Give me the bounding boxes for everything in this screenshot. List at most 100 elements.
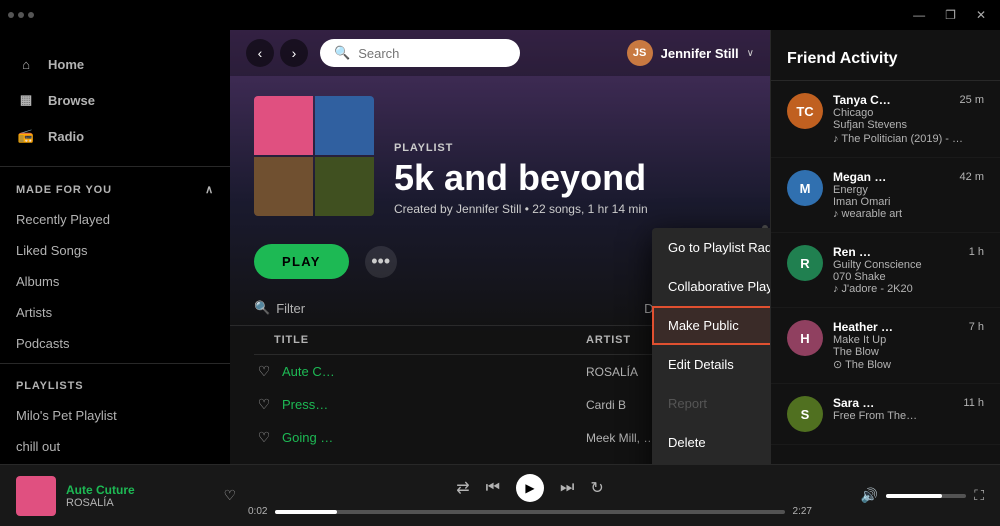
- previous-button[interactable]: ⏮: [486, 479, 500, 497]
- time-total: 2:27: [793, 506, 812, 517]
- friend-song: ♪ The Politician (2019) - …: [833, 133, 963, 145]
- context-menu-create-similar[interactable]: Create Similar Playlist: [652, 462, 770, 464]
- track-title: Going …: [282, 430, 578, 445]
- friend-item-4[interactable]: S Sara … 11 h Free From The…: [771, 384, 1000, 445]
- context-menu-collaborative[interactable]: Collaborative Playlist: [652, 267, 770, 306]
- nav-arrows: ‹ ›: [246, 39, 308, 67]
- play-button[interactable]: PLAY: [254, 244, 349, 279]
- sidebar-item-liked-songs[interactable]: Liked Songs: [0, 235, 230, 266]
- repeat-button[interactable]: ↻: [590, 478, 603, 498]
- sidebar-item-albums[interactable]: Albums: [0, 266, 230, 297]
- art-cell-4: [315, 157, 374, 216]
- titlebar-dot: [8, 12, 14, 18]
- forward-button[interactable]: ›: [280, 39, 308, 67]
- friend-track2: Sufjan Stevens: [833, 119, 984, 131]
- friend-track1: Make It Up: [833, 334, 984, 346]
- friend-track2: 070 Shake: [833, 271, 984, 283]
- user-name: Jennifer Still: [661, 46, 739, 61]
- heart-icon[interactable]: ♡: [254, 363, 274, 380]
- heart-icon[interactable]: ♡: [254, 429, 274, 446]
- context-menu-delete[interactable]: Delete: [652, 423, 770, 462]
- volume-icon[interactable]: 🔊: [861, 487, 878, 504]
- friend-name: Heather …: [833, 320, 893, 334]
- track-title: Press…: [282, 397, 578, 412]
- friend-time: 1 h: [969, 246, 984, 258]
- sidebar-item-artists[interactable]: Artists: [0, 297, 230, 328]
- friend-avatar: R: [787, 245, 823, 281]
- titlebar-dots: [8, 12, 34, 18]
- user-badge[interactable]: JS Jennifer Still ∨: [627, 40, 754, 66]
- content-header: ‹ › 🔍 JS Jennifer Still ∨: [230, 30, 770, 76]
- next-button[interactable]: ⏭: [560, 479, 574, 497]
- context-menu-playlist-radio[interactable]: Go to Playlist Radio: [652, 228, 770, 267]
- context-menu-edit-details[interactable]: Edit Details: [652, 345, 770, 384]
- play-pause-button[interactable]: ▶: [516, 474, 544, 502]
- friend-track2: The Blow: [833, 346, 984, 358]
- art-cell-3: [254, 157, 313, 216]
- time-current: 0:02: [248, 506, 267, 517]
- friend-item-2[interactable]: R Ren … 1 h Guilty Conscience 070 Shake …: [771, 233, 1000, 308]
- art-cell-2: [315, 96, 374, 155]
- sidebar-item-home[interactable]: ⌂ Home: [0, 46, 230, 82]
- sidebar: ⌂ Home ▦ Browse 📻 Radio Made For You ∧ R…: [0, 30, 230, 464]
- heart-icon[interactable]: ♡: [223, 487, 236, 504]
- shuffle-button[interactable]: ⇄: [456, 478, 469, 498]
- search-icon: 🔍: [334, 45, 350, 61]
- art-cell-1: [254, 96, 313, 155]
- now-playing-artist: ROSALÍA: [66, 497, 213, 509]
- friend-track1: Guilty Conscience: [833, 259, 984, 271]
- progress-track[interactable]: [275, 510, 784, 514]
- friend-track2: Iman Omari: [833, 196, 984, 208]
- friend-name: Ren …: [833, 245, 871, 259]
- volume-track[interactable]: [886, 494, 966, 498]
- search-bar[interactable]: 🔍: [320, 39, 520, 67]
- playlist-info: PLAYLIST 5k and beyond Created by Jennif…: [394, 142, 648, 216]
- friend-activity-header: Friend Activity: [771, 30, 1000, 81]
- friend-name: Sara …: [833, 396, 874, 410]
- context-menu-make-public[interactable]: Make Public: [652, 306, 770, 345]
- maximize-button[interactable]: ❐: [939, 6, 962, 24]
- friend-avatar: H: [787, 320, 823, 356]
- friend-item-0[interactable]: TC Tanya C… 25 m Chicago Sufjan Stevens …: [771, 81, 1000, 158]
- sidebar-item-radio[interactable]: 📻 Radio: [0, 118, 230, 154]
- friend-time: 11 h: [963, 397, 984, 409]
- fullscreen-button[interactable]: ⛶: [974, 487, 984, 504]
- back-button[interactable]: ‹: [246, 39, 274, 67]
- friend-item-3[interactable]: H Heather … 7 h Make It Up The Blow ⊙ Th…: [771, 308, 1000, 384]
- now-playing: Aute Cuture ROSALÍA ♡: [16, 476, 236, 516]
- sidebar-item-browse[interactable]: ▦ Browse: [0, 82, 230, 118]
- progress-bar: 0:02 2:27: [248, 506, 812, 517]
- search-input[interactable]: [358, 46, 498, 61]
- minimize-button[interactable]: —: [907, 6, 931, 24]
- titlebar-dot: [18, 12, 24, 18]
- titlebar: — ❐ ✕: [0, 0, 1000, 30]
- friend-track1: Chicago: [833, 107, 984, 119]
- track-title: Talking…: [282, 463, 578, 464]
- friend-avatar: M: [787, 170, 823, 206]
- sidebar-playlist-chill[interactable]: chill out: [0, 431, 230, 462]
- friend-track1: Energy: [833, 184, 984, 196]
- friend-name: Megan …: [833, 170, 886, 184]
- title-column-header: TITLE: [274, 334, 586, 346]
- volume-controls: 🔊 ⛶: [824, 487, 984, 504]
- context-menu: Go to Playlist Radio Collaborative Playl…: [652, 228, 770, 464]
- sidebar-item-recently-played[interactable]: Recently Played: [0, 204, 230, 235]
- sidebar-item-podcasts[interactable]: Podcasts: [0, 328, 230, 359]
- playlist-meta: Created by Jennifer Still • 22 songs, 1 …: [394, 202, 648, 216]
- sidebar-nav: ⌂ Home ▦ Browse 📻 Radio: [0, 30, 230, 162]
- friend-song: ♪ J'adore - 2K20: [833, 283, 984, 295]
- made-for-you-header: Made For You ∧: [0, 171, 230, 204]
- heart-icon[interactable]: ♡: [254, 462, 274, 464]
- playlist-header: PLAYLIST 5k and beyond Created by Jennif…: [230, 76, 770, 232]
- friend-item-1[interactable]: M Megan … 42 m Energy Iman Omari ♪ weara…: [771, 158, 1000, 233]
- progress-fill: [275, 510, 336, 514]
- browse-icon: ▦: [16, 90, 36, 110]
- sidebar-playlist-milos[interactable]: Milo's Pet Playlist: [0, 400, 230, 431]
- player-controls: ⇄ ⏮ ▶ ⏭ ↻ 0:02 2:27: [248, 474, 812, 517]
- heart-icon[interactable]: ♡: [254, 396, 274, 413]
- bottom-player: Aute Cuture ROSALÍA ♡ ⇄ ⏮ ▶ ⏭ ↻ 0:02 2:2…: [0, 464, 1000, 526]
- more-options-button[interactable]: •••: [365, 246, 397, 278]
- close-button[interactable]: ✕: [970, 6, 992, 24]
- titlebar-dot: [28, 12, 34, 18]
- control-buttons: ⇄ ⏮ ▶ ⏭ ↻: [456, 474, 604, 502]
